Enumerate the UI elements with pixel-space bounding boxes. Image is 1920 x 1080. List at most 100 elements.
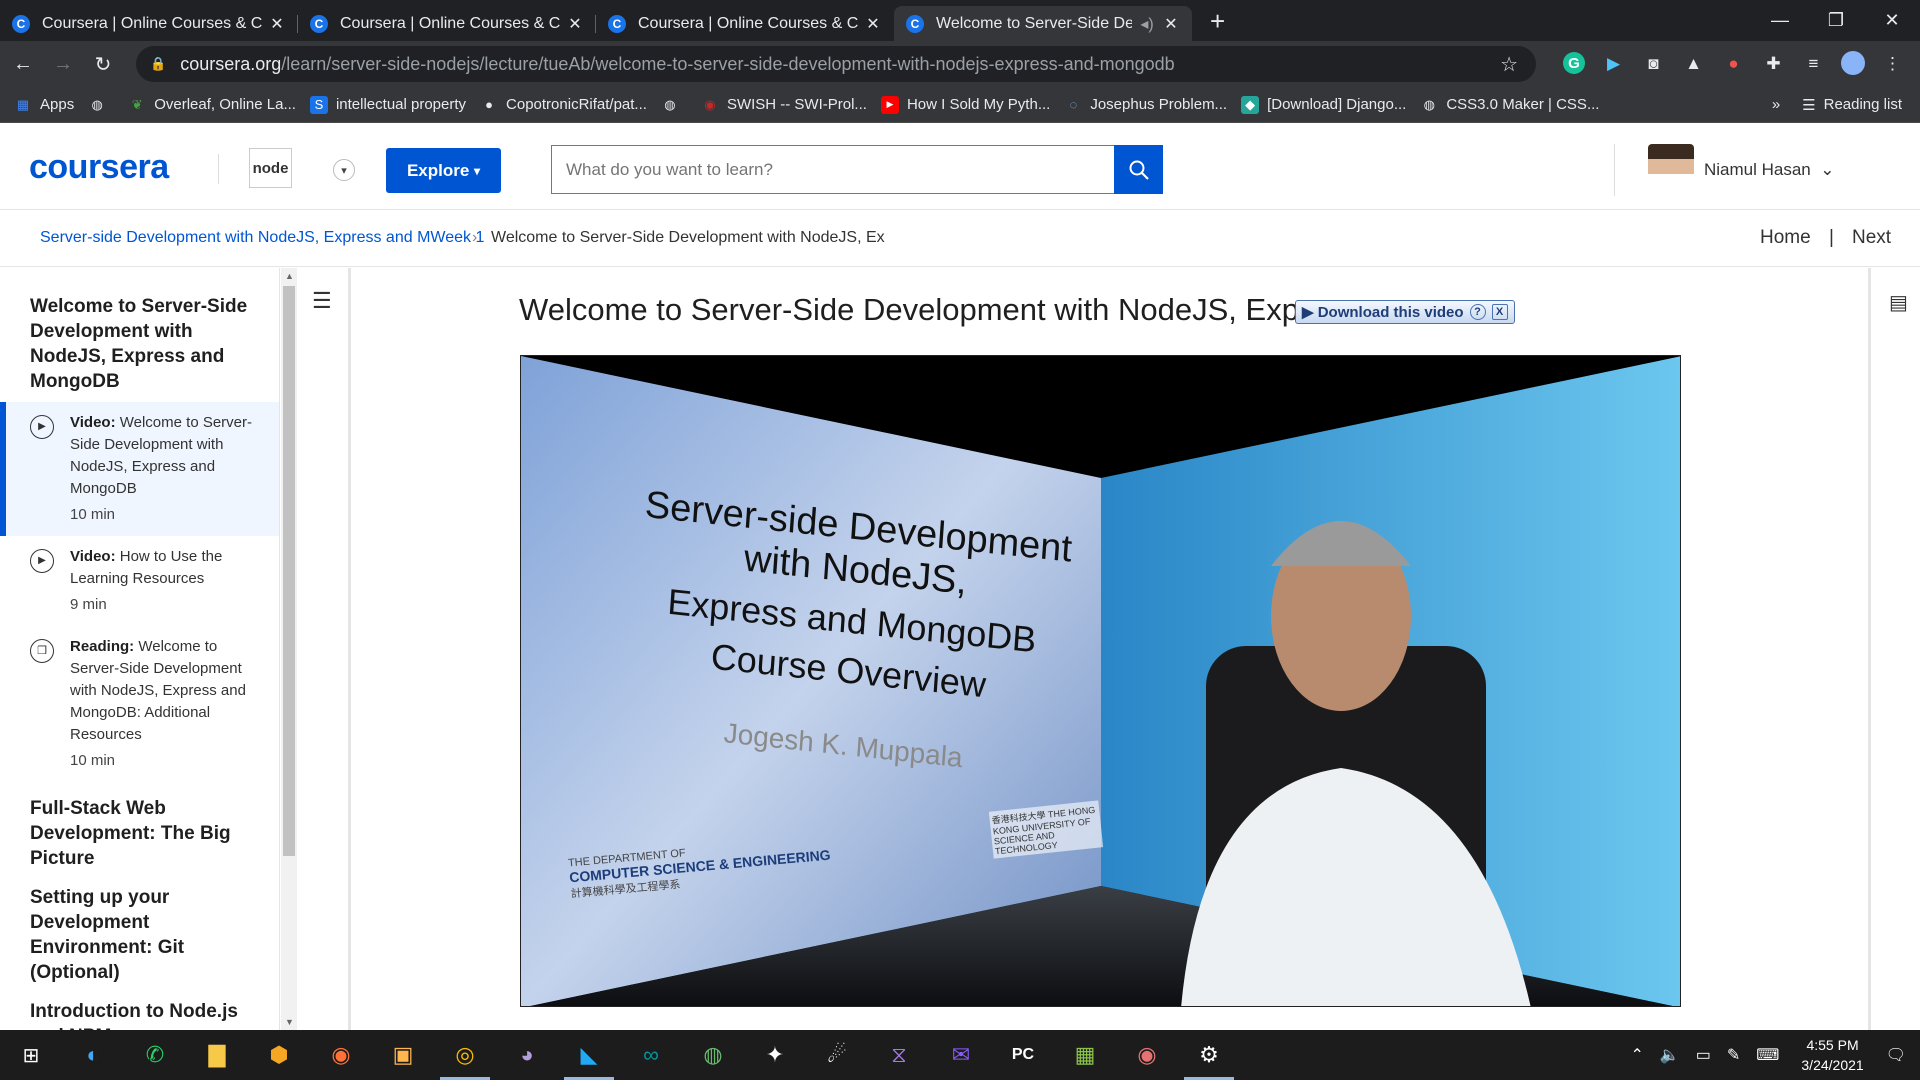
windows-start-icon[interactable]: ⊞ (0, 1030, 62, 1080)
sidebar-scrollbar[interactable]: ▲ ▼ (281, 268, 297, 1030)
bookmark-overleaf[interactable]: ❦ Overleaf, Online La... (128, 96, 296, 114)
close-window-icon[interactable]: ✕ (1864, 0, 1920, 40)
search-button[interactable] (1114, 145, 1163, 194)
minimize-icon[interactable]: — (1752, 0, 1808, 40)
menu-kebab-icon[interactable]: ⋮ (1878, 49, 1907, 78)
archive-app-icon[interactable]: ▣ (372, 1030, 434, 1080)
section-title[interactable]: Setting up your Development Environment:… (0, 871, 279, 985)
vpn-shield-icon[interactable]: ⬢ (248, 1030, 310, 1080)
close-tab-icon[interactable]: ✕ (864, 14, 882, 34)
list-item[interactable]: ❒ Reading: Welcome to Server-Side Develo… (0, 626, 279, 782)
notification-icon[interactable]: 🗨 (1886, 1045, 1906, 1065)
bookmark-intellectual-property[interactable]: Sintellectual property (309, 95, 466, 114)
camera-icon[interactable]: ◙ (1639, 49, 1668, 78)
tab-title: Coursera | Online Courses & Credentials (638, 14, 858, 32)
keyboard-icon[interactable]: ⌨ (1756, 1045, 1779, 1065)
file-explorer-icon[interactable]: ▇ (186, 1030, 248, 1080)
scrollbar-thumb[interactable] (283, 286, 295, 856)
pycharm-icon[interactable]: PC (992, 1030, 1054, 1080)
home-link[interactable]: Home (1760, 227, 1811, 249)
earth-app-icon[interactable]: ◍ (682, 1030, 744, 1080)
back-arrow-icon[interactable]: ← (6, 53, 40, 76)
settings-gear-icon[interactable]: ⚙ (1178, 1030, 1240, 1080)
section-title[interactable]: Full-Stack Web Development: The Big Pict… (0, 782, 279, 871)
reading-list-icon[interactable]: ☰ (1802, 96, 1815, 114)
bookmark-apps[interactable]: ▦ Apps (14, 96, 74, 114)
bookmark-josephus[interactable]: ◌ Josephus Problem... (1064, 96, 1227, 114)
chevron-down-icon[interactable]: ▾ (333, 159, 355, 181)
video-extension-icon[interactable]: ▶ (1599, 49, 1628, 78)
firefox-icon[interactable]: ◉ (310, 1030, 372, 1080)
gimp-icon[interactable]: ☄ (806, 1030, 868, 1080)
help-icon[interactable]: ? (1469, 304, 1486, 320)
coursera-logo[interactable]: coursera (29, 148, 169, 187)
bookmark-globe[interactable]: ◍ (661, 96, 687, 114)
media-queue-icon[interactable]: ≡ (1799, 49, 1828, 78)
section-title[interactable]: Introduction to Node.js and NPM (0, 985, 279, 1030)
more-bookmarks-chevron-icon[interactable]: » (1772, 96, 1780, 113)
reading-list-label[interactable]: Reading list (1824, 96, 1902, 113)
spreadsheet-app-icon[interactable]: ▦ (1054, 1030, 1116, 1080)
download-video-button[interactable]: ▶ Download this video ? X (1295, 300, 1515, 324)
github-desktop-icon[interactable]: ◕ (496, 1030, 558, 1080)
tray-chevron-up-icon[interactable]: ⌃ (1630, 1045, 1643, 1065)
close-tab-icon[interactable]: ✕ (268, 14, 286, 34)
arduino-icon[interactable]: ∞ (620, 1030, 682, 1080)
document-icon[interactable]: ▤ (1889, 290, 1908, 315)
close-tab-icon[interactable]: ✕ (566, 14, 584, 34)
bookmark-swish[interactable]: ◉ SWISH -- SWI-Prol... (701, 96, 867, 114)
profile-avatar-icon[interactable] (1841, 51, 1865, 75)
list-item[interactable]: ▶ Video: Welcome to Server-Side Developm… (0, 402, 279, 536)
address-bar[interactable]: 🔒 coursera.org/learn/server-side-nodejs/… (136, 46, 1536, 82)
network-icon[interactable]: ▭ (1696, 1045, 1711, 1065)
reload-icon[interactable]: ↻ (86, 52, 120, 77)
windows-taskbar: ⊞ ◐ ✆ ▇ ⬢ ◉ ▣ ◎ ◕ ◣ ∞ ◍ ✦ ☄ ⧖ ✉ PC ▦ ◉ ⚙… (0, 1030, 1920, 1080)
extension-b-icon[interactable]: ● (1719, 49, 1748, 78)
browser-tab[interactable]: C Coursera | Online Courses & Credential… (596, 6, 894, 41)
bookmark-css3-maker[interactable]: ◍ CSS3.0 Maker | CSS... (1420, 96, 1600, 114)
bookmarks-bar: ▦ Apps ◍ ❦ Overleaf, Online La... Sintelle… (0, 87, 1920, 123)
search-ring-icon[interactable]: ◐ (62, 1030, 124, 1080)
bookmark-star-icon[interactable]: ☆ (1500, 52, 1518, 77)
breadcrumb-course-link[interactable]: Server-side Development with NodeJS, Exp… (40, 229, 484, 247)
bookmark-django[interactable]: ◆ [Download] Django... (1241, 95, 1406, 114)
owl-app-icon[interactable]: ◉ (1116, 1030, 1178, 1080)
chevron-down-icon: ⌄ (1820, 160, 1835, 179)
close-icon[interactable]: X (1491, 304, 1508, 320)
close-tab-icon[interactable]: ✕ (1162, 14, 1180, 34)
system-clock[interactable]: 4:55 PM 3/24/2021 (1801, 1035, 1863, 1075)
bookmark-github[interactable]: ● CopotronicRifat/pat... (480, 96, 647, 114)
forward-arrow-icon[interactable]: → (46, 53, 80, 76)
search-input[interactable] (551, 145, 1114, 194)
swish-icon: ◉ (704, 96, 716, 112)
extension-a-icon[interactable]: ▲ (1679, 49, 1708, 78)
explore-button[interactable]: Explore ▾ (386, 148, 501, 193)
chrome-icon[interactable]: ◎ (434, 1030, 496, 1080)
section-title[interactable]: Welcome to Server-Side Development with … (0, 268, 279, 402)
speaker-icon[interactable]: ◂) (1138, 14, 1156, 34)
bookmark-youtube[interactable]: ▶ How I Sold My Pyth... (880, 95, 1050, 114)
video-player[interactable]: Server-side Development with NodeJS, Exp… (520, 355, 1681, 1007)
new-tab-plus-icon[interactable]: + (1210, 4, 1225, 39)
s-icon: S (309, 95, 328, 114)
globe-icon: ◍ (1423, 96, 1435, 112)
bookmark-globe[interactable]: ◍ (88, 96, 114, 114)
list-item[interactable]: ▶ Video: How to Use the Learning Resourc… (0, 536, 279, 626)
next-link[interactable]: Next (1852, 227, 1891, 249)
grammarly-icon[interactable]: G (1563, 52, 1585, 74)
browser-tab-active[interactable]: C Welcome to Server-Side Development ◂) … (894, 6, 1192, 41)
extensions-puzzle-icon[interactable]: ✚ (1759, 49, 1788, 78)
list-toggle-icon[interactable]: ☰ (312, 288, 332, 314)
browser-tab[interactable]: C Coursera | Online Courses & Credential… (0, 6, 298, 41)
whatsapp-icon[interactable]: ✆ (124, 1030, 186, 1080)
parrot-app-icon[interactable]: ✦ (744, 1030, 806, 1080)
pen-icon[interactable]: ✎ (1727, 1045, 1740, 1065)
browser-tab[interactable]: C Coursera | Online Courses & Credential… (298, 6, 596, 41)
visual-studio-icon[interactable]: ⧖ (868, 1030, 930, 1080)
volume-icon[interactable]: 🔈 (1660, 1045, 1680, 1065)
avatar[interactable] (1648, 144, 1694, 194)
restore-icon[interactable]: ❐ (1808, 0, 1864, 40)
user-menu[interactable]: Niamul Hasan ⌄ (1704, 160, 1834, 180)
vscode-icon[interactable]: ◣ (558, 1030, 620, 1080)
messenger-icon[interactable]: ✉ (930, 1030, 992, 1080)
